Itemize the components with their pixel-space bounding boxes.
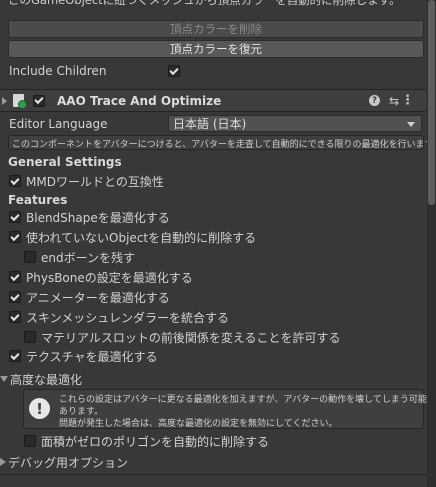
texture-label: テクスチャを最適化する — [26, 349, 158, 364]
zero-area-polygon-checkbox[interactable] — [24, 435, 36, 447]
presets-icon[interactable]: ⇆ — [389, 94, 399, 108]
editor-language-dropdown[interactable]: 日本語 (日本) — [168, 115, 422, 132]
feature-row-material-slot-order[interactable]: マテリアルスロットの前後関係を変えることを許可する — [0, 328, 426, 346]
animator-checkbox[interactable] — [9, 291, 21, 303]
include-children-label: Include Children — [9, 64, 107, 78]
animator-label: アニメーターを最適化する — [26, 290, 170, 305]
chevron-down-icon — [0, 376, 8, 382]
feature-row-texture[interactable]: テクスチャを最適化する — [0, 347, 426, 365]
script-icon — [13, 94, 27, 109]
vertical-scrollbar[interactable] — [427, 0, 436, 487]
remove-unused-label: 使われていないObjectを自動的に削除する — [26, 230, 257, 245]
material-slot-order-label: マテリアルスロットの前後関係を変えることを許可する — [41, 330, 341, 345]
bottom-divider — [0, 474, 426, 475]
remove-unused-checkbox[interactable] — [9, 231, 21, 243]
feature-row-merge-skinned-mesh[interactable]: スキンメッシュレンダラーを統合する — [0, 308, 426, 326]
feature-row-keep-end-bone[interactable]: endボーンを残す — [0, 248, 426, 266]
chevron-down-icon — [407, 122, 415, 127]
component-enabled-checkbox[interactable] — [33, 94, 45, 107]
feature-row-animator[interactable]: アニメーターを最適化する — [0, 288, 426, 306]
advanced-title: 高度な最適化 — [10, 372, 83, 387]
warning-text-line3: 問題が発生した場合は、高度な最適化の設定を無効にしてください。 — [59, 419, 338, 429]
mmd-compat-checkbox[interactable] — [9, 175, 21, 187]
features-label: Features — [8, 193, 68, 207]
material-slot-order-checkbox[interactable] — [24, 331, 36, 343]
texture-checkbox[interactable] — [9, 350, 21, 362]
description-box: このコンポーネントをアバターにつけると、アバターを走査して自動的にできる限りの最… — [8, 135, 436, 150]
features-title: Features — [0, 191, 426, 209]
include-children-row: Include Children — [0, 62, 426, 80]
top-note: このGameObjectに紐つくメッシュから頂点カラーを自動的に削除します。 — [8, 0, 401, 7]
merge-skinned-mesh-label: スキンメッシュレンダラーを統合する — [26, 310, 230, 325]
advanced-foldout[interactable]: 高度な最適化 — [0, 370, 426, 388]
mmd-compat-label: MMDワールドとの互換性 — [26, 174, 164, 189]
component-header[interactable]: AAO Trace And Optimize ? ⇆ ⋮ — [0, 89, 426, 112]
description-text: このコンポーネントをアバターにつけると、アバターを走査して自動的にできる限りの最… — [12, 140, 436, 150]
physbone-label: PhysBoneの設定を最適化する — [26, 270, 193, 285]
warning-text-line1: これらの設定はアバターに更なる最適化を加えますが、アバターの動作を壊してしまう可… — [59, 395, 436, 405]
component-title: AAO Trace And Optimize — [57, 93, 222, 108]
restore-vertex-color-button[interactable]: 頂点カラーを復元 — [8, 40, 424, 58]
help-icon[interactable]: ? — [369, 95, 380, 106]
warning-icon: ! — [29, 398, 50, 419]
advanced-warning-box: ! これらの設定はアバターに更なる最適化を加えますが、アバターの動作を壊してしま… — [23, 389, 436, 429]
mmd-compat-row[interactable]: MMDワールドとの互換性 — [0, 172, 426, 190]
remove-vertex-color-button[interactable]: 頂点カラーを削除 — [8, 20, 424, 38]
zero-area-polygon-label: 面積がゼロのポリゴンを自動的に削除する — [41, 434, 270, 449]
foldout-arrow-icon[interactable] — [2, 96, 7, 105]
merge-skinned-mesh-checkbox[interactable] — [9, 311, 21, 323]
scrollbar-thumb[interactable] — [428, 0, 435, 205]
more-options-icon[interactable]: ⋮ — [401, 93, 414, 108]
debug-title: デバッグ用オプション — [8, 455, 129, 470]
keep-end-bone-checkbox[interactable] — [24, 251, 36, 263]
general-settings-title: General Settings — [0, 153, 426, 171]
chevron-right-icon — [0, 458, 6, 466]
editor-language-value: 日本語 (日本) — [173, 117, 247, 131]
general-settings-label: General Settings — [8, 155, 122, 169]
blendshape-checkbox[interactable] — [9, 211, 21, 223]
keep-end-bone-label: endボーンを残す — [41, 250, 136, 265]
feature-row-remove-unused[interactable]: 使われていないObjectを自動的に削除する — [0, 228, 426, 246]
blendshape-label: BlendShapeを最適化する — [26, 210, 170, 225]
debug-foldout[interactable]: デバッグ用オプション — [0, 453, 426, 471]
feature-row-blendshape[interactable]: BlendShapeを最適化する — [0, 208, 426, 226]
physbone-checkbox[interactable] — [9, 271, 21, 283]
feature-row-physbone[interactable]: PhysBoneの設定を最適化する — [0, 268, 426, 286]
editor-language-label: Editor Language — [9, 117, 108, 131]
include-children-checkbox[interactable] — [168, 65, 180, 77]
zero-area-polygon-row[interactable]: 面積がゼロのポリゴンを自動的に削除する — [0, 432, 426, 450]
